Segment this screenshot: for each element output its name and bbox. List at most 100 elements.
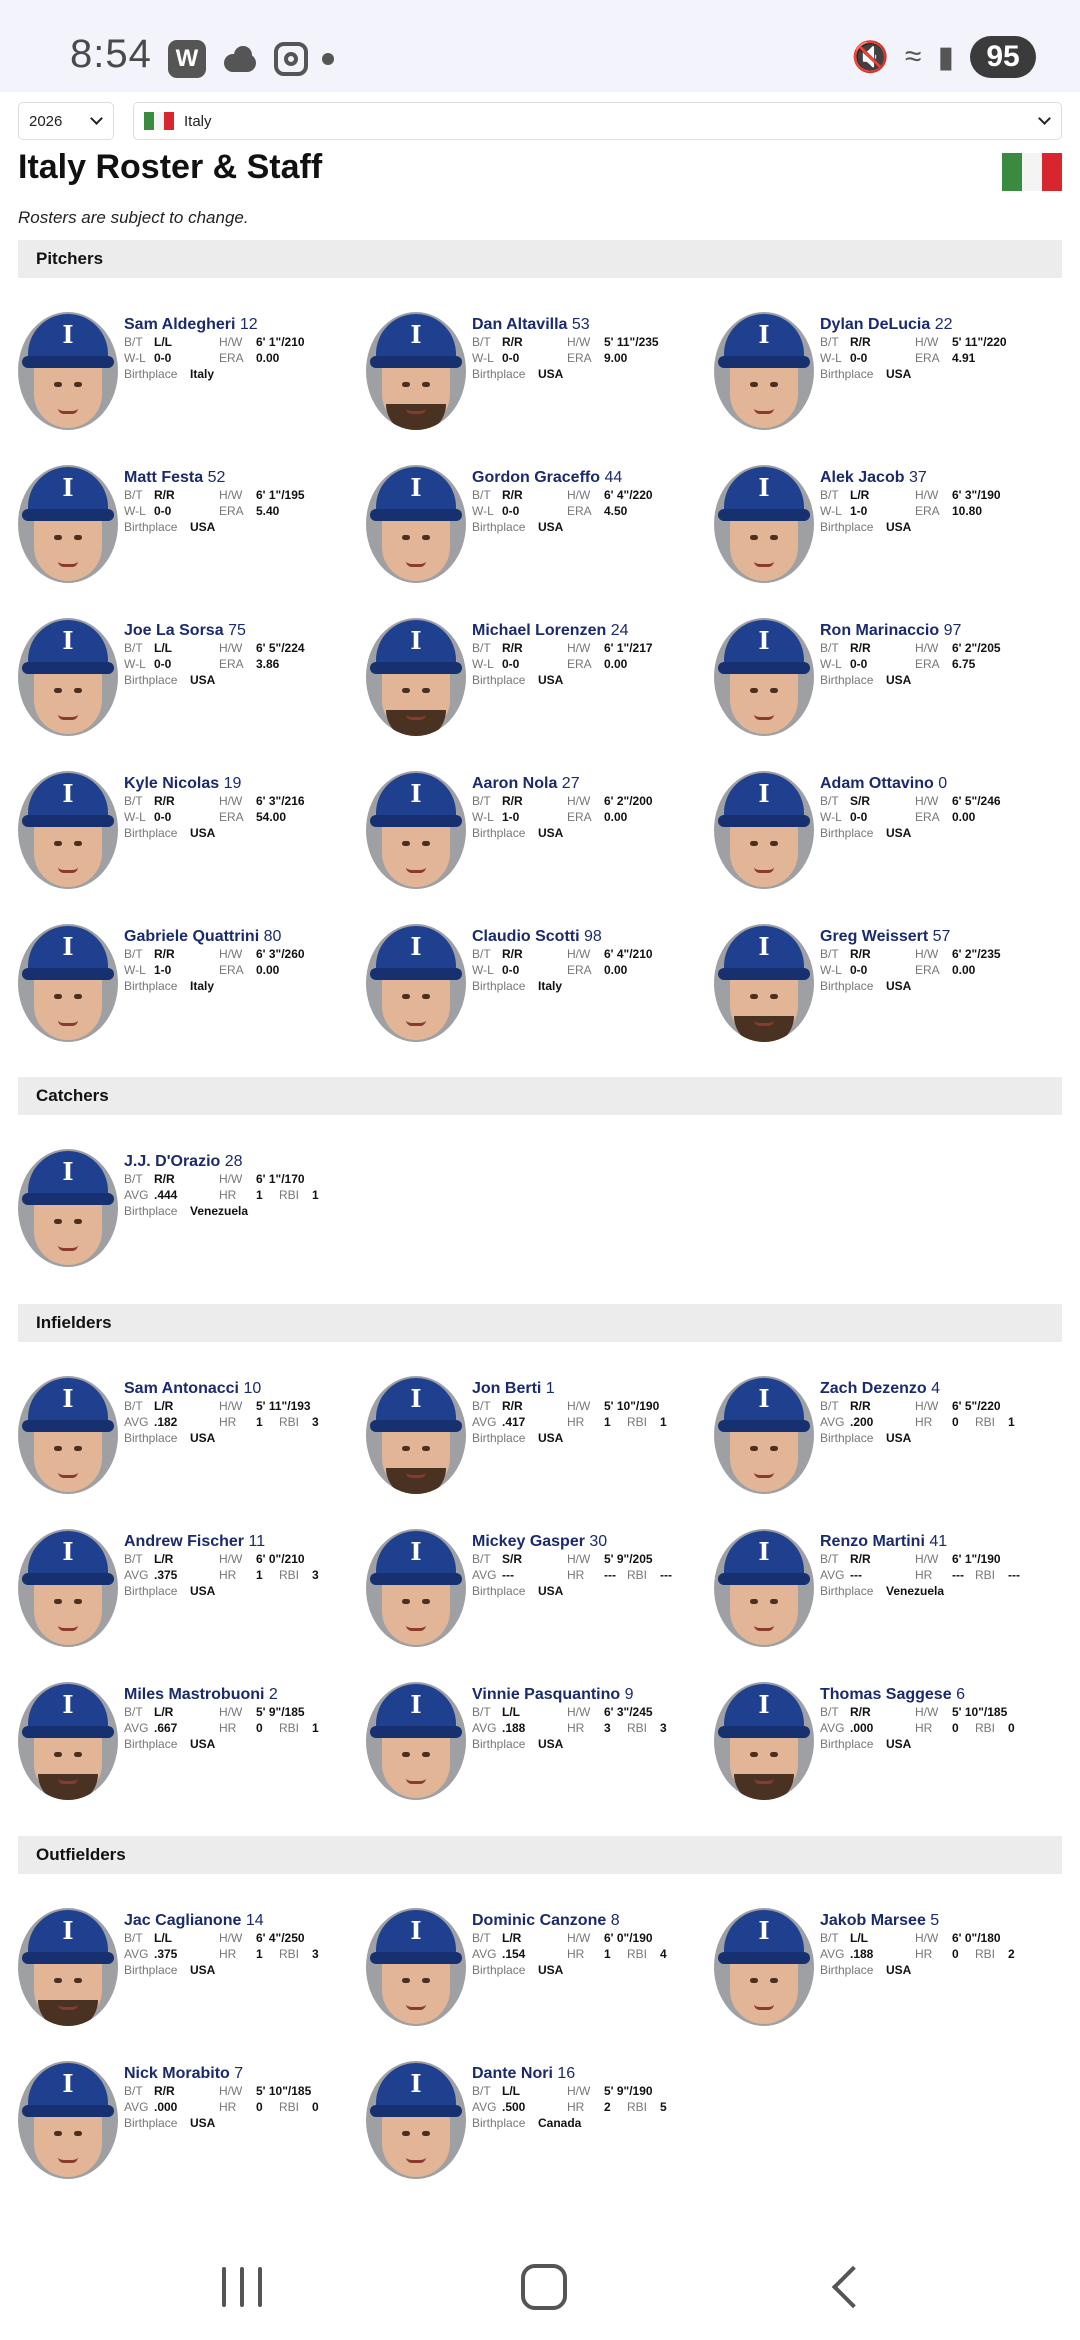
player-card[interactable]: I Jac Caglianone 14 B/T L/L H/W 6' 4"/250 AVG.… [18, 1908, 358, 2038]
player-headshot[interactable]: I [366, 312, 466, 430]
player-card[interactable]: I Sam Antonacci 10 B/T L/R H/W 5' 11"/193 AVG.… [18, 1376, 358, 1506]
player-headshot[interactable]: I [714, 1908, 814, 2026]
player-headshot[interactable]: I [366, 2061, 466, 2179]
player-name[interactable]: Dylan DeLucia 22 [820, 316, 1060, 334]
stat-row: AVG .188 HR 0 RBI 2 [820, 1946, 1060, 1962]
player-name[interactable]: Thomas Saggese 6 [820, 1686, 1060, 1704]
player-headshot[interactable]: I [18, 771, 118, 889]
player-headshot[interactable]: I [18, 1376, 118, 1494]
player-card[interactable]: I Nick Morabito 7 B/T R/R H/W 5' 10"/185 AVG .0… [18, 2061, 358, 2191]
player-headshot[interactable]: I [18, 618, 118, 736]
player-name[interactable]: Alek Jacob 37 [820, 469, 1060, 487]
player-name[interactable]: Mickey Gasper 30 [472, 1533, 712, 1551]
country-select[interactable]: Italy [133, 102, 1062, 140]
player-card[interactable]: I Kyle Nicolas 19 B/T R/R H/W 6' 3"/216 W-L 0-0… [18, 771, 358, 901]
player-name[interactable]: Jakob Marsee 5 [820, 1912, 1060, 1930]
player-name[interactable]: J.J. D'Orazio 28 [124, 1153, 364, 1171]
player-headshot[interactable]: I [366, 924, 466, 1042]
player-card[interactable]: I Jon Berti 1 B/T R/R H/W 5' 10"/190 AVG .417 HR… [366, 1376, 706, 1506]
player-card[interactable]: I Thomas Saggese 6 B/T R/R H/W 5' 10"/185 AVG.… [714, 1682, 1054, 1812]
player-card[interactable]: I Andrew Fischer 11 B/T L/R H/W 6' 0"/210 AVG.… [18, 1529, 358, 1659]
player-card[interactable]: I Dante Nori 16 B/T L/L H/W 5' 9"/190 AVG .500 H… [366, 2061, 706, 2191]
player-headshot[interactable]: I [366, 465, 466, 583]
player-card[interactable]: I J.J. D'Orazio 28 B/T R/R H/W 6' 1"/170 AVG .4… [18, 1149, 358, 1279]
player-headshot[interactable]: I [714, 618, 814, 736]
player-headshot[interactable]: I [366, 1908, 466, 2026]
player-card[interactable]: I Jakob Marsee 5 B/T L/L H/W 6' 0"/180 AVG .188… [714, 1908, 1054, 2038]
player-name[interactable]: Joe La Sorsa 75 [124, 622, 364, 640]
player-headshot[interactable]: I [366, 1682, 466, 1800]
player-headshot[interactable]: I [714, 771, 814, 889]
player-headshot[interactable]: I [18, 1529, 118, 1647]
player-info: Zach Dezenzo 4 B/T R/R H/W 6' 5"/220 AVG .200 H… [820, 1380, 1060, 1446]
player-headshot[interactable]: I [714, 1529, 814, 1647]
player-card[interactable]: I Dylan DeLucia 22 B/T R/R H/W 5' 11"/220 W-L 0… [714, 312, 1054, 442]
player-headshot[interactable]: I [714, 1376, 814, 1494]
player-name[interactable]: Miles Mastrobuoni 2 [124, 1686, 364, 1704]
player-headshot[interactable]: I [18, 1149, 118, 1267]
home-icon[interactable] [521, 2264, 567, 2310]
player-card[interactable]: I Sam Aldegheri 12 B/T L/L H/W 6' 1"/210 W-L 0-… [18, 312, 358, 442]
player-headshot[interactable]: I [366, 1376, 466, 1494]
player-card[interactable]: I Miles Mastrobuoni 2 B/T L/R H/W 5' 9"/185 AV… [18, 1682, 358, 1812]
player-card[interactable]: I Matt Festa 52 B/T R/R H/W 6' 1"/195 W-L 0-0 ER… [18, 465, 358, 595]
player-name[interactable]: Gabriele Quattrini 80 [124, 928, 364, 946]
player-card[interactable]: I Mickey Gasper 30 B/T S/R H/W 5' 9"/205 AVG --… [366, 1529, 706, 1659]
player-name[interactable]: Adam Ottavino 0 [820, 775, 1060, 793]
player-card[interactable]: I Gabriele Quattrini 80 B/T R/R H/W 6' 3"/260… [18, 924, 358, 1054]
player-card[interactable]: I Zach Dezenzo 4 B/T R/R H/W 6' 5"/220 AVG .200… [714, 1376, 1054, 1506]
player-name[interactable]: Andrew Fischer 11 [124, 1533, 364, 1551]
player-card[interactable]: I Claudio Scotti 98 B/T R/R H/W 6' 4"/210 W-L 0… [366, 924, 706, 1054]
player-name[interactable]: Dan Altavilla 53 [472, 316, 712, 334]
player-name[interactable]: Sam Aldegheri 12 [124, 316, 364, 334]
player-card[interactable]: I Alek Jacob 37 B/T L/R H/W 6' 3"/190 W-L 1-0 ER… [714, 465, 1054, 595]
player-name[interactable]: Jac Caglianone 14 [124, 1912, 364, 1930]
back-icon[interactable] [831, 2265, 875, 2309]
player-card[interactable]: I Joe La Sorsa 75 B/T L/L H/W 6' 5"/224 W-L 0-0… [18, 618, 358, 748]
player-name[interactable]: Kyle Nicolas 19 [124, 775, 364, 793]
player-name[interactable]: Claudio Scotti 98 [472, 928, 712, 946]
player-headshot[interactable]: I [18, 465, 118, 583]
player-name[interactable]: Matt Festa 52 [124, 469, 364, 487]
player-name[interactable]: Aaron Nola 27 [472, 775, 712, 793]
era-label: ERA [915, 657, 940, 671]
player-card[interactable]: I Renzo Martini 41 B/T R/R H/W 6' 1"/190 AVG --… [714, 1529, 1054, 1659]
player-headshot[interactable]: I [366, 1529, 466, 1647]
player-headshot[interactable]: I [714, 924, 814, 1042]
player-name[interactable]: Ron Marinaccio 97 [820, 622, 1060, 640]
player-card[interactable]: I Greg Weissert 57 B/T R/R H/W 6' 2"/235 W-L 0-… [714, 924, 1054, 1054]
player-headshot[interactable]: I [18, 2061, 118, 2179]
player-headshot[interactable]: I [714, 312, 814, 430]
player-card[interactable]: I Dominic Canzone 8 B/T L/R H/W 6' 0"/190 AVG.… [366, 1908, 706, 2038]
year-select[interactable]: 2026 [18, 102, 114, 140]
player-name[interactable]: Michael Lorenzen 24 [472, 622, 712, 640]
player-name[interactable]: Jon Berti 1 [472, 1380, 712, 1398]
player-name[interactable]: Renzo Martini 41 [820, 1533, 1060, 1551]
player-card[interactable]: I Dan Altavilla 53 B/T R/R H/W 5' 11"/235 W-L 0… [366, 312, 706, 442]
player-card[interactable]: I Michael Lorenzen 24 B/T R/R H/W 6' 1"/217 W-… [366, 618, 706, 748]
player-headshot[interactable]: I [714, 465, 814, 583]
player-card[interactable]: I Aaron Nola 27 B/T R/R H/W 6' 2"/200 W-L 1-0 ER… [366, 771, 706, 901]
player-card[interactable]: I Ron Marinaccio 97 B/T R/R H/W 6' 2"/205 W-L 0… [714, 618, 1054, 748]
player-name[interactable]: Gordon Graceffo 44 [472, 469, 712, 487]
player-name[interactable]: Greg Weissert 57 [820, 928, 1060, 946]
player-name[interactable]: Dante Nori 16 [472, 2065, 712, 2083]
player-headshot[interactable]: I [366, 618, 466, 736]
player-headshot[interactable]: I [18, 1908, 118, 2026]
player-name[interactable]: Dominic Canzone 8 [472, 1912, 712, 1930]
player-name[interactable]: Vinnie Pasquantino 9 [472, 1686, 712, 1704]
birthplace-value: USA [886, 1737, 912, 1751]
player-name[interactable]: Zach Dezenzo 4 [820, 1380, 1060, 1398]
player-card[interactable]: I Vinnie Pasquantino 9 B/T L/L H/W 6' 3"/245 A… [366, 1682, 706, 1812]
player-headshot[interactable]: I [18, 924, 118, 1042]
player-headshot[interactable]: I [18, 1682, 118, 1800]
player-headshot[interactable]: I [366, 771, 466, 889]
recent-apps-icon[interactable] [222, 2267, 262, 2307]
player-name[interactable]: Nick Morabito 7 [124, 2065, 364, 2083]
player-headshot[interactable]: I [714, 1682, 814, 1800]
player-headshot[interactable]: I [18, 312, 118, 430]
player-card[interactable]: I Gordon Graceffo 44 B/T R/R H/W 6' 4"/220 W-L… [366, 465, 706, 595]
player-card[interactable]: I Adam Ottavino 0 B/T S/R H/W 6' 5"/246 W-L 0-0… [714, 771, 1054, 901]
player-name[interactable]: Sam Antonacci 10 [124, 1380, 364, 1398]
hw-label: H/W [567, 1705, 591, 1719]
